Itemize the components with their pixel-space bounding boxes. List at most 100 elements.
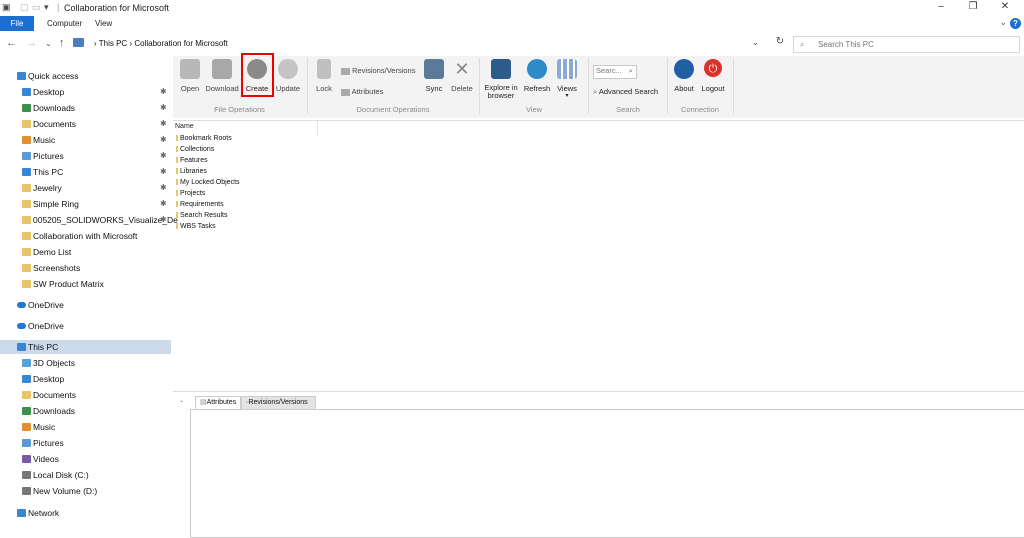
properties-icon[interactable]: ▢: [20, 2, 29, 13]
revisions-versions-button[interactable]: Revisions/Versions: [341, 66, 417, 78]
minimize-button[interactable]: –: [926, 1, 956, 15]
nav-item-pc-7[interactable]: Local Disk (C:): [0, 468, 171, 482]
quick-access[interactable]: Quick access: [0, 69, 171, 83]
list-item-label: Bookmark Roots: [180, 135, 232, 142]
pin-icon[interactable]: ✱: [160, 165, 167, 179]
search-input[interactable]: ⌕ Search This PC: [793, 36, 1020, 53]
list-item-label: Libraries: [180, 168, 207, 175]
column-header-name[interactable]: Name: [175, 123, 194, 130]
customize-quick-access-icon[interactable]: ▾: [44, 2, 49, 13]
address-bar[interactable]: › This PC › Collaboration for Microsoft: [94, 36, 772, 52]
ribbon-search-input[interactable]: Searc... ⌕: [593, 65, 637, 79]
nav-item-quick-4[interactable]: Pictures ✱: [0, 149, 171, 163]
folder-icon: [22, 184, 31, 192]
maximize-button[interactable]: ❐: [958, 1, 988, 15]
nav-item-quick-11[interactable]: Screenshots: [0, 261, 171, 275]
file-tab[interactable]: File: [0, 16, 34, 31]
advanced-search-button[interactable]: ⌕ Advanced Search: [593, 87, 663, 99]
refresh-button[interactable]: Refresh: [522, 56, 552, 102]
forward-arrow-icon[interactable]: →: [26, 37, 37, 49]
nav-item-quick-0[interactable]: Desktop ✱: [0, 85, 171, 99]
open-button[interactable]: Open: [176, 56, 204, 102]
update-button[interactable]: Update: [273, 56, 303, 102]
about-button[interactable]: About: [672, 56, 696, 102]
nav-item-quick-1[interactable]: Downloads ✱: [0, 101, 171, 115]
tab-computer[interactable]: Computer: [47, 16, 82, 31]
pin-icon[interactable]: ✱: [160, 197, 167, 211]
pin-icon[interactable]: ✱: [160, 213, 167, 227]
list-item[interactable]: WBS Tasks: [176, 221, 216, 232]
nav-item-onedrive-2[interactable]: OneDrive: [0, 319, 171, 333]
close-button[interactable]: ✕: [990, 1, 1020, 15]
breadcrumb-this-pc[interactable]: This PC: [99, 39, 127, 48]
nav-item-quick-5[interactable]: This PC ✱: [0, 165, 171, 179]
download-button[interactable]: Download: [204, 56, 240, 102]
list-item[interactable]: Requirements: [176, 199, 224, 210]
pin-icon[interactable]: ✱: [160, 133, 167, 147]
nav-item-quick-8[interactable]: 005205_SOLIDWORKS_Visualize_De ✱: [0, 213, 178, 227]
new-folder-icon[interactable]: ▭: [32, 2, 41, 13]
folder-icon: [22, 375, 31, 383]
nav-item-pc-3[interactable]: Downloads: [0, 404, 171, 418]
menu-bar: File Computer View ⌄ ?: [0, 16, 1024, 31]
nav-item-pc-6[interactable]: Videos: [0, 452, 171, 466]
pin-icon[interactable]: ✱: [160, 117, 167, 131]
nav-item-pc-8[interactable]: New Volume (D:): [0, 484, 171, 498]
list-item[interactable]: Projects: [176, 188, 205, 199]
nav-item-quick-12[interactable]: SW Product Matrix: [0, 277, 171, 291]
refresh-icon[interactable]: ↻: [772, 36, 788, 52]
tab-revisions-versions[interactable]: ▫Revisions/Versions: [241, 396, 316, 409]
expand-icon[interactable]: ⌄: [179, 397, 184, 404]
nav-item-quick-2[interactable]: Documents ✱: [0, 117, 171, 131]
pin-icon[interactable]: ✱: [160, 85, 167, 99]
recent-locations-icon[interactable]: ⌄: [45, 39, 52, 48]
navigation-pane[interactable]: Quick access Desktop ✱ Downloads ✱ Documents ✱…: [0, 64, 178, 537]
delete-button[interactable]: ✕ Delete: [448, 56, 476, 102]
help-icon[interactable]: ?: [1010, 18, 1021, 29]
attributes-button[interactable]: Attributes: [341, 87, 401, 99]
logout-button[interactable]: ⏻ Logout: [699, 56, 727, 102]
pin-icon[interactable]: ✱: [160, 181, 167, 195]
nav-item-quick-3[interactable]: Music ✱: [0, 133, 171, 147]
tab-attributes[interactable]: ▤Attributes: [195, 396, 242, 409]
attributes-view: [190, 409, 1024, 538]
up-arrow-icon[interactable]: ↑: [59, 37, 65, 49]
nav-item-pc-5[interactable]: Pictures: [0, 436, 171, 450]
cloud-icon: [17, 323, 26, 329]
folder-icon: [22, 280, 31, 288]
folder-icon: [17, 343, 26, 351]
sync-button[interactable]: Sync: [420, 56, 448, 102]
explore-in-browser-button[interactable]: Explore in browser: [483, 56, 519, 102]
content-pane[interactable]: Name Bookmark Roots Collections Features Li…: [173, 120, 1024, 391]
breadcrumb-collaboration[interactable]: Collaboration for Microsoft: [134, 39, 227, 48]
chevron-down-icon[interactable]: ⌄: [999, 17, 1007, 28]
list-item[interactable]: Collections: [176, 144, 214, 155]
list-item[interactable]: My Locked Objects: [176, 177, 240, 188]
folder-icon: [176, 190, 178, 197]
pin-icon[interactable]: ✱: [160, 149, 167, 163]
nav-item-label: Documents: [33, 119, 76, 129]
tab-view[interactable]: View: [95, 16, 112, 31]
nav-item-pc-1[interactable]: Desktop: [0, 372, 171, 386]
nav-item-quick-10[interactable]: Demo List: [0, 245, 171, 259]
lock-button[interactable]: Lock: [312, 56, 336, 102]
nav-item-onedrive-1[interactable]: OneDrive: [0, 298, 171, 312]
nav-item-network[interactable]: Network: [0, 506, 171, 520]
nav-item-pc-0[interactable]: 3D Objects: [0, 356, 171, 370]
column-divider[interactable]: [317, 121, 318, 135]
nav-item-quick-7[interactable]: Simple Ring ✱: [0, 197, 171, 211]
nav-item-pc-2[interactable]: Documents: [0, 388, 171, 402]
list-item[interactable]: Libraries: [176, 166, 207, 177]
nav-item-this-pc[interactable]: This PC: [0, 340, 171, 354]
views-button[interactable]: Views ▾: [554, 56, 580, 102]
list-item[interactable]: Bookmark Roots: [176, 133, 232, 144]
back-arrow-icon[interactable]: ←: [6, 37, 17, 49]
nav-item-quick-9[interactable]: Collaboration with Microsoft: [0, 229, 171, 243]
pin-icon[interactable]: ✱: [160, 101, 167, 115]
nav-item-label: Simple Ring: [33, 199, 79, 209]
nav-item-quick-6[interactable]: Jewelry ✱: [0, 181, 171, 195]
nav-item-pc-4[interactable]: Music: [0, 420, 171, 434]
list-item[interactable]: Features: [176, 155, 208, 166]
list-item[interactable]: Search Results: [176, 210, 227, 221]
address-dropdown-icon[interactable]: ⌄: [752, 38, 759, 47]
